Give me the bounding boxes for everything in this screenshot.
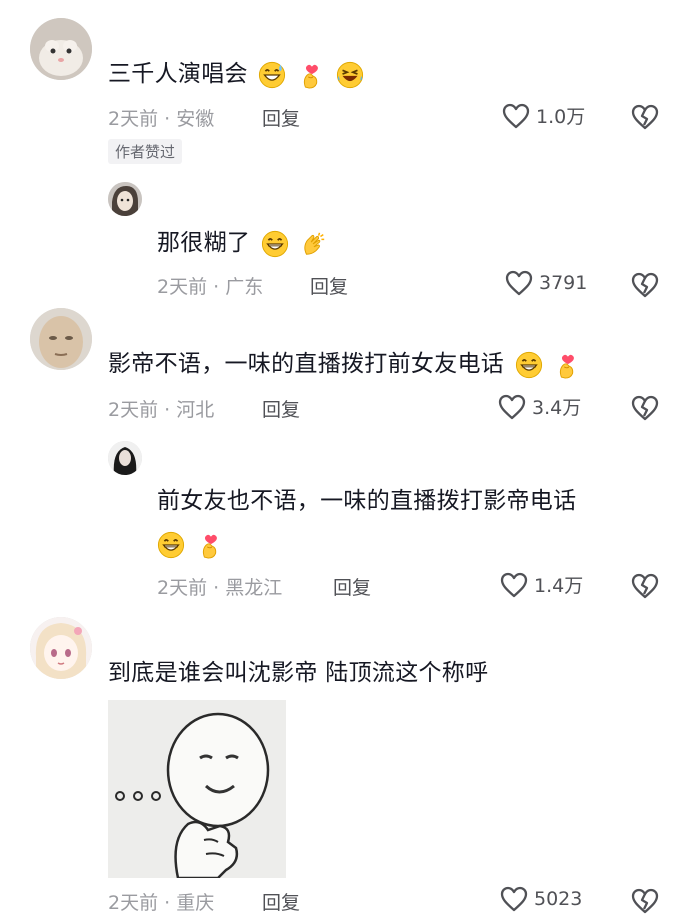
like-count: 1.0万 — [536, 106, 586, 128]
reply-button[interactable]: 回复 — [262, 104, 300, 131]
laughing-icon — [336, 61, 364, 89]
heart-icon — [500, 572, 528, 598]
comment-text: 三千人演唱会 — [108, 57, 364, 91]
location: 安徽 — [176, 108, 215, 130]
dislike-icon[interactable] — [631, 104, 659, 130]
location: 重庆 — [176, 892, 215, 914]
reply-button[interactable]: 回复 — [310, 272, 348, 299]
avatar[interactable] — [30, 617, 92, 679]
location: 广东 — [225, 276, 264, 298]
heart-icon — [498, 394, 526, 420]
comment-text: 前女友也不语，一味的直播拨打影帝电话 — [157, 484, 576, 518]
finger-heart-icon — [297, 61, 325, 89]
reply-button[interactable]: 回复 — [333, 573, 371, 600]
like-button[interactable]: 3.4万 — [498, 393, 581, 420]
timestamp: 2天前 — [157, 577, 208, 599]
like-count: 5023 — [534, 888, 583, 910]
finger-heart-icon — [553, 351, 581, 379]
comment-text-content: 影帝不语，一味的直播拨打前女友电话 — [108, 351, 505, 377]
heart-icon — [502, 103, 530, 129]
comment-text-content: 那很糊了 — [157, 230, 251, 256]
comment-text-content: 三千人演唱会 — [108, 61, 248, 87]
like-count: 1.4万 — [534, 575, 584, 597]
comment-meta: 2天前 · 河北 — [108, 399, 215, 421]
comment-text: 那很糊了 — [157, 226, 327, 260]
avatar[interactable] — [108, 441, 142, 475]
avatar[interactable] — [30, 308, 92, 370]
avatar[interactable] — [108, 182, 142, 216]
grin-icon — [515, 351, 543, 379]
timestamp: 2天前 — [108, 892, 159, 914]
comment-text-content: 到底是谁会叫沈影帝 陆顶流这个称呼 — [108, 660, 489, 686]
timestamp: 2天前 — [108, 108, 159, 130]
dislike-icon[interactable] — [631, 573, 659, 599]
dislike-icon[interactable] — [631, 272, 659, 298]
author-liked-badge: 作者赞过 — [108, 139, 183, 164]
comment-meta: 2天前 · 安徽 — [108, 108, 215, 130]
avatar[interactable] — [30, 18, 92, 80]
timestamp: 2天前 — [108, 399, 159, 421]
timestamp: 2天前 — [157, 276, 208, 298]
dislike-icon[interactable] — [631, 395, 659, 421]
heart-icon — [505, 270, 533, 296]
clap-icon — [299, 230, 327, 258]
comment-text: 影帝不语，一味的直播拨打前女友电话 — [108, 347, 581, 381]
sweat-smile-icon — [258, 61, 286, 89]
comment-emoji-line — [157, 527, 224, 561]
grin-icon — [157, 531, 185, 559]
like-button[interactable]: 1.4万 — [500, 571, 583, 598]
sticker-image[interactable] — [108, 700, 286, 880]
like-button[interactable]: 5023 — [500, 886, 582, 912]
reply-button[interactable]: 回复 — [262, 888, 300, 915]
location: 黑龙江 — [225, 577, 283, 599]
comment-text: 到底是谁会叫沈影帝 陆顶流这个称呼 — [108, 656, 488, 690]
like-button[interactable]: 3791 — [505, 270, 587, 296]
comment-meta: 2天前 · 广东 — [157, 276, 264, 298]
reply-button[interactable]: 回复 — [262, 395, 300, 422]
location: 河北 — [176, 399, 215, 421]
comment-text-content: 前女友也不语，一味的直播拨打影帝电话 — [157, 488, 577, 514]
comment-meta: 2天前 · 黑龙江 — [157, 577, 283, 599]
like-button[interactable]: 1.0万 — [502, 102, 585, 129]
like-count: 3791 — [539, 272, 588, 294]
dislike-icon[interactable] — [631, 888, 659, 914]
grin-icon — [261, 230, 289, 258]
like-count: 3.4万 — [532, 397, 582, 419]
heart-icon — [500, 886, 528, 912]
finger-heart-icon — [196, 531, 224, 559]
comment-meta: 2天前 · 重庆 — [108, 892, 215, 914]
